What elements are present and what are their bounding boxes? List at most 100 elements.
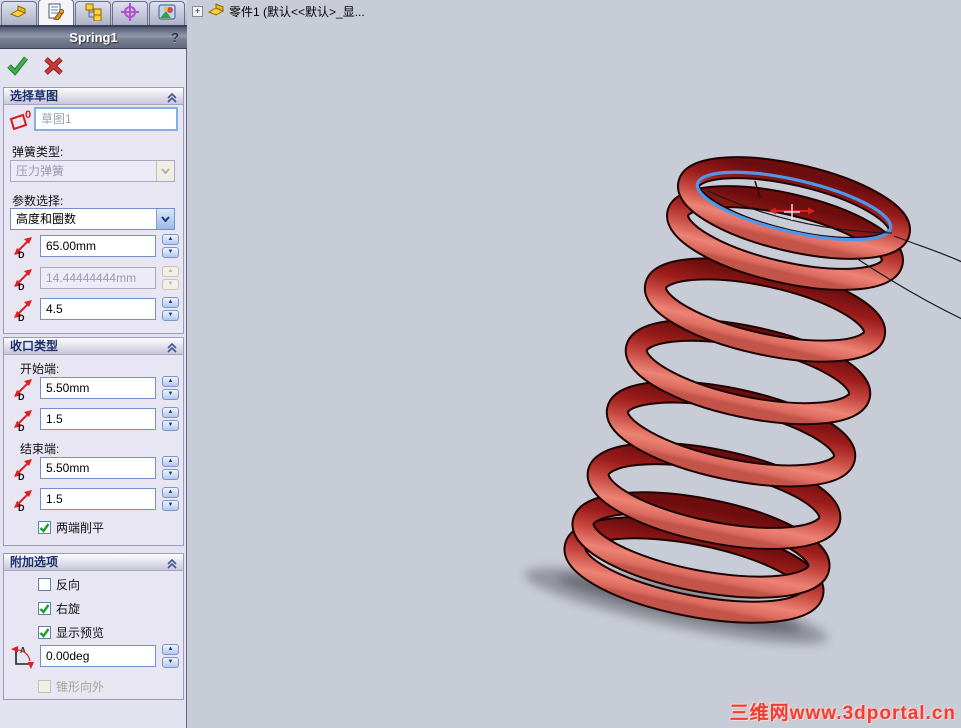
tab-feature-tree[interactable] xyxy=(1,1,37,25)
start-pitch-field[interactable]: 5.50mm xyxy=(40,377,156,399)
property-manager-panel: Spring1 ? 选择草图 0 草图1 弹簧类型: 压力弹簧 参数选择: 高度… xyxy=(0,0,187,728)
flatten-ends-label: 两端削平 xyxy=(56,521,105,535)
checkbox-disabled-icon xyxy=(38,680,51,693)
svg-text:D: D xyxy=(18,503,25,513)
manager-tabstrip xyxy=(0,0,187,27)
cancel-button[interactable] xyxy=(42,54,66,81)
help-button[interactable]: ? xyxy=(171,27,179,49)
right-hand-label: 右旋 xyxy=(56,602,81,616)
spin-up-button[interactable]: ▲ xyxy=(162,487,179,498)
show-preview-label: 显示预览 xyxy=(56,626,105,640)
end-end-label: 结束端: xyxy=(20,442,60,456)
checkbox-checked-icon[interactable] xyxy=(38,521,51,534)
configuration-tree-icon xyxy=(83,3,103,24)
svg-text:0: 0 xyxy=(25,109,31,121)
section-header[interactable]: 附加选项 xyxy=(4,554,183,571)
right-hand-checkbox-row[interactable]: 右旋 xyxy=(38,600,80,617)
taper-outward-checkbox-row: 锥形向外 xyxy=(38,678,104,695)
graphics-viewport[interactable]: + 零件1 (默认<<默认>_显... 三维网www.3dportal.cn xyxy=(188,0,961,728)
spin-up-button[interactable]: ▲ xyxy=(162,297,179,308)
taper-outward-label: 锥形向外 xyxy=(56,680,105,694)
spin-down-button[interactable]: ▼ xyxy=(162,310,179,321)
coils-field[interactable]: 4.5 xyxy=(40,298,156,320)
spin-up-button[interactable]: ▲ xyxy=(162,234,179,245)
dimension-icon: D xyxy=(10,487,36,516)
part-icon xyxy=(207,2,225,20)
spring-type-label: 弹簧类型: xyxy=(12,145,64,159)
property-manager-icon xyxy=(46,2,66,23)
start-turns-field[interactable]: 1.5 xyxy=(40,408,156,430)
spin-down-button[interactable]: ▼ xyxy=(162,420,179,431)
spin-up-button[interactable]: ▲ xyxy=(162,456,179,467)
collapse-chevron-icon[interactable] xyxy=(167,557,177,574)
feature-tree-overlay[interactable]: + 零件1 (默认<<默认>_显... xyxy=(192,2,365,20)
param-select-dropdown[interactable]: 高度和圈数 xyxy=(10,208,175,230)
collapse-chevron-icon[interactable] xyxy=(167,341,177,358)
dimension-icon: D xyxy=(10,266,36,295)
section-header[interactable]: 收口类型 xyxy=(4,338,183,355)
param-select-label: 参数选择: xyxy=(12,194,64,208)
part-tree-item[interactable]: 零件1 (默认<<默认>_显... xyxy=(229,3,365,20)
target-crosshair-icon xyxy=(120,3,140,24)
svg-text:D: D xyxy=(18,250,25,260)
section-end-type: 收口类型 开始端: D 5.50mm ▲ ▼ D 1.5 ▲ ▼ 结束端: D … xyxy=(3,337,184,546)
angle-icon: A xyxy=(10,644,36,673)
checkbox-unchecked-icon[interactable] xyxy=(38,578,51,591)
collapse-chevron-icon[interactable] xyxy=(167,91,177,108)
start-turns-spinner: ▲ ▼ xyxy=(162,407,179,431)
tab-dimxpert-manager[interactable] xyxy=(112,1,148,25)
solidworks-window: Spring1 ? 选择草图 0 草图1 弹簧类型: 压力弹簧 参数选择: 高度… xyxy=(0,0,961,728)
svg-text:D: D xyxy=(18,472,25,482)
spin-down-button[interactable]: ▼ xyxy=(162,657,179,668)
expand-plus-icon[interactable]: + xyxy=(192,5,203,17)
ok-button[interactable] xyxy=(6,54,30,81)
dropdown-arrow-icon[interactable] xyxy=(156,209,174,229)
section-additional-options: 附加选项 反向 右旋 显示预览 A 0.00deg ▲ ▼ 锥形向外 xyxy=(3,553,184,700)
spin-up-button[interactable]: ▲ xyxy=(162,407,179,418)
section-select-sketch: 选择草图 0 草图1 弹簧类型: 压力弹簧 参数选择: 高度和圈数 D 65.0… xyxy=(3,87,184,334)
pitch-field: 14.44444444mm xyxy=(40,267,156,289)
reverse-checkbox-row[interactable]: 反向 xyxy=(38,576,80,593)
spring-3d-preview[interactable] xyxy=(188,0,961,728)
section-title: 附加选项 xyxy=(10,555,59,569)
end-turns-field[interactable]: 1.5 xyxy=(40,488,156,510)
spin-down-button[interactable]: ▼ xyxy=(162,389,179,400)
section-header[interactable]: 选择草图 xyxy=(4,88,183,105)
svg-text:D: D xyxy=(18,392,25,402)
dimension-icon: D xyxy=(10,456,36,485)
tab-display-manager[interactable] xyxy=(149,1,185,25)
tab-configuration-manager[interactable] xyxy=(75,1,111,25)
spin-up-button[interactable]: ▲ xyxy=(162,644,179,655)
tab-property-manager[interactable] xyxy=(38,0,74,25)
spin-down-button[interactable]: ▼ xyxy=(162,247,179,258)
checkbox-checked-icon[interactable] xyxy=(38,626,51,639)
flatten-ends-checkbox-row[interactable]: 两端削平 xyxy=(38,519,104,536)
spring-type-dropdown: 压力弹簧 xyxy=(10,160,175,182)
end-turns-spinner: ▲ ▼ xyxy=(162,487,179,511)
panel-title: Spring1 xyxy=(69,30,118,45)
height-field[interactable]: 65.00mm xyxy=(40,235,156,257)
section-title: 选择草图 xyxy=(10,89,59,103)
svg-text:D: D xyxy=(18,282,25,292)
checkbox-checked-icon[interactable] xyxy=(38,602,51,615)
display-pane-icon xyxy=(157,3,177,24)
dimension-icon: D xyxy=(10,234,36,263)
watermark-text: 三维网www.3dportal.cn xyxy=(729,703,956,724)
spin-down-button[interactable]: ▼ xyxy=(162,469,179,480)
svg-text:D: D xyxy=(18,423,25,433)
coils-spinner: ▲ ▼ xyxy=(162,297,179,321)
reverse-label: 反向 xyxy=(56,578,81,592)
height-spinner: ▲ ▼ xyxy=(162,234,179,258)
show-preview-checkbox-row[interactable]: 显示预览 xyxy=(38,624,104,641)
angle-field[interactable]: 0.00deg xyxy=(40,645,156,667)
pitch-spinner: ▲ ▼ xyxy=(162,266,179,290)
spin-up-button[interactable]: ▲ xyxy=(162,376,179,387)
svg-text:D: D xyxy=(18,313,25,323)
angle-spinner: ▲ ▼ xyxy=(162,644,179,668)
dimension-icon: D xyxy=(10,297,36,326)
part-tree-icon xyxy=(9,4,29,23)
spring-type-value: 压力弹簧 xyxy=(16,164,65,178)
sketch-selection-box[interactable]: 草图1 xyxy=(34,107,178,131)
spin-down-button[interactable]: ▼ xyxy=(162,500,179,511)
end-pitch-field[interactable]: 5.50mm xyxy=(40,457,156,479)
